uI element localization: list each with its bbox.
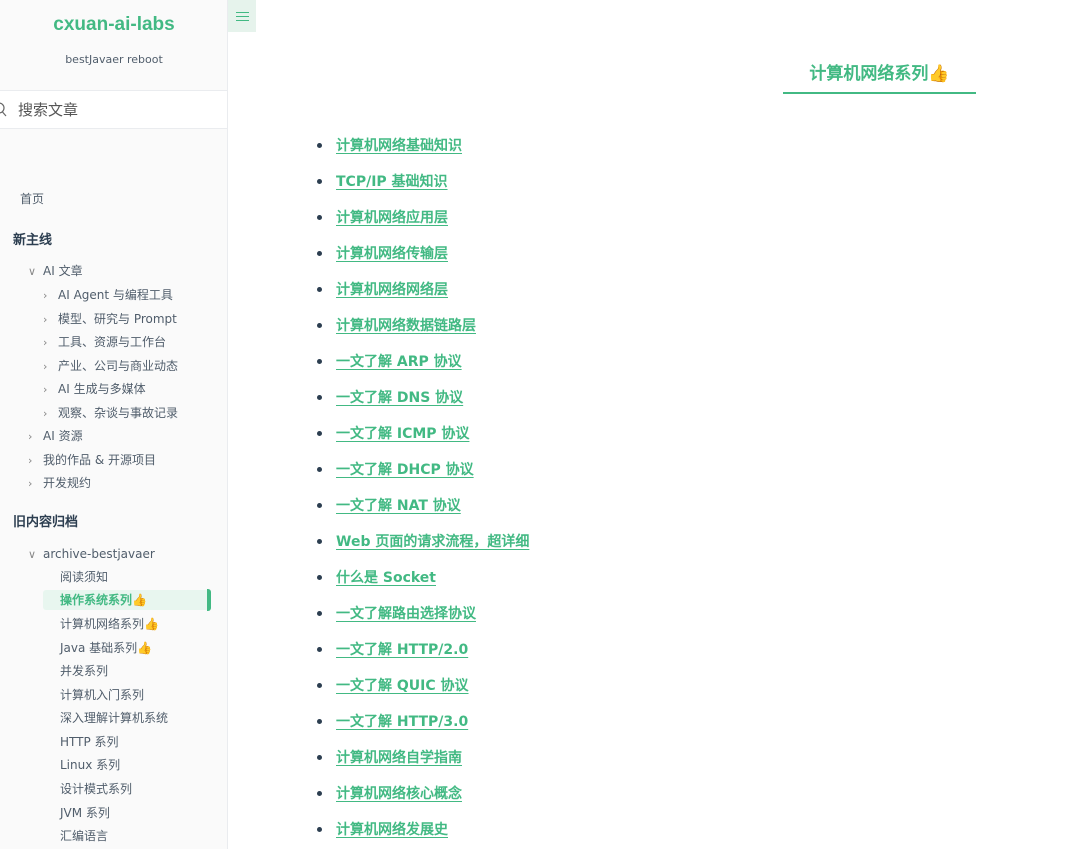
article-link[interactable]: Web 页面的请求流程，超详细 [336,531,529,551]
sidebar-item-java-series[interactable]: Java 基础系列👍 [60,640,152,656]
sidebar-item-dev-rules[interactable]: › 开发规约 [28,475,91,492]
page-title: 计算机网络系列👍 [809,64,950,84]
sidebar-item-linux-series[interactable]: Linux 系列 [60,757,120,773]
chevron-right-icon: › [43,407,48,420]
bullet-icon [317,647,322,652]
article-link[interactable]: 一文了解 DHCP 协议 [336,459,474,479]
search-input[interactable] [18,99,218,121]
sidebar-item-label: 产业、公司与商业动态 [58,359,179,373]
chevron-right-icon: › [43,289,48,302]
search-icon [0,102,7,117]
sidebar-item-home[interactable]: 首页 [20,191,44,207]
article-link[interactable]: 计算机网络基础知识 [336,135,462,155]
sidebar: cxuan-ai-labs bestJavaer reboot 首页 新主线 ∨… [0,0,228,849]
bullet-icon [317,215,322,220]
article-link[interactable]: TCP/IP 基础知识 [336,171,448,191]
page-title-container: 计算机网络系列👍 [783,60,976,94]
article-link[interactable]: 一文了解 ARP 协议 [336,351,462,371]
active-indicator [207,589,211,611]
sidebar-section-archive: 旧内容归档 [13,515,79,530]
sidebar-item-archive-bestjavaer[interactable]: ∨ archive-bestjavaer [28,546,155,563]
sidebar-item-my-works[interactable]: › 我的作品 & 开源项目 [28,452,156,469]
chevron-down-icon: ∨ [28,548,37,561]
chevron-right-icon: › [43,336,48,349]
bullet-icon [317,323,322,328]
sidebar-item-label: 我的作品 & 开源项目 [43,453,156,467]
chevron-right-icon: › [28,477,33,490]
sidebar-item-assembly[interactable]: 汇编语言 [60,828,108,844]
article-link[interactable]: 计算机网络网络层 [336,279,448,299]
sidebar-item-label: archive-bestjavaer [43,547,155,561]
chevron-right-icon: › [28,430,33,443]
article-link[interactable]: 一文了解 QUIC 协议 [336,675,469,695]
sidebar-item-label: 模型、研究与 Prompt [58,312,177,326]
sidebar-item-tools[interactable]: › 工具、资源与工作台 [43,334,166,351]
chevron-right-icon: › [43,313,48,326]
sidebar-item-label: 观察、杂谈与事故记录 [58,406,179,420]
bullet-icon [317,503,322,508]
sidebar-item-label: AI 文章 [43,264,83,278]
article-link[interactable]: 计算机网络数据链路层 [336,315,476,335]
bullet-icon [317,755,322,760]
bullet-icon [317,719,322,724]
article-link[interactable]: 计算机网络发展史 [336,819,448,839]
sidebar-item-jvm-series[interactable]: JVM 系列 [60,805,110,821]
chevron-right-icon: › [43,383,48,396]
chevron-right-icon: › [28,454,33,467]
site-brand[interactable]: cxuan-ai-labs [0,14,227,36]
article-link[interactable]: 什么是 Socket [336,567,436,587]
bullet-icon [317,467,322,472]
bullet-icon [317,611,322,616]
sidebar-item-ai-generation[interactable]: › AI 生成与多媒体 [43,381,146,398]
bullet-icon [317,683,322,688]
article-link[interactable]: 一文了解 NAT 协议 [336,495,461,515]
article-link[interactable]: 一文了解路由选择协议 [336,603,476,623]
bullet-icon [317,539,322,544]
sidebar-item-csapp[interactable]: 深入理解计算机系统 [60,710,168,726]
site-subtitle: bestJavaer reboot [65,53,163,66]
bullet-icon [317,143,322,148]
sidebar-item-models[interactable]: › 模型、研究与 Prompt [43,311,177,328]
sidebar-item-reading-notes[interactable]: 阅读须知 [60,569,108,585]
article-link[interactable]: 计算机网络自学指南 [336,747,462,767]
bullet-icon [317,179,322,184]
sidebar-item-label: 工具、资源与工作台 [58,335,167,349]
bullet-icon [317,287,322,292]
sidebar-item-network-series[interactable]: 计算机网络系列👍 [60,616,159,632]
article-link[interactable]: 计算机网络传输层 [336,243,448,263]
search-box [0,90,227,129]
sidebar-item-observations[interactable]: › 观察、杂谈与事故记录 [43,405,178,422]
article-link[interactable]: 一文了解 HTTP/3.0 [336,711,468,731]
chevron-right-icon: › [43,360,48,373]
sidebar-item-ai-resources[interactable]: › AI 资源 [28,428,83,445]
bullet-icon [317,827,322,832]
bullet-icon [317,575,322,580]
sidebar-item-design-patterns[interactable]: 设计模式系列 [60,781,132,797]
sidebar-item-industry[interactable]: › 产业、公司与商业动态 [43,358,178,375]
sidebar-item-label: 开发规约 [43,476,92,490]
article-link[interactable]: 一文了解 ICMP 协议 [336,423,469,443]
chevron-down-icon: ∨ [28,265,37,278]
article-link[interactable]: 计算机网络核心概念 [336,783,462,803]
bullet-icon [317,251,322,256]
bullet-icon [317,395,322,400]
sidebar-item-os-series[interactable]: 操作系统系列👍 [43,590,209,610]
bullet-icon [317,431,322,436]
article-link[interactable]: 一文了解 HTTP/2.0 [336,639,468,659]
article-link[interactable]: 计算机网络应用层 [336,207,448,227]
sidebar-item-label: AI 生成与多媒体 [58,382,146,396]
sidebar-item-concurrency-series[interactable]: 并发系列 [60,663,108,679]
sidebar-item-cs-intro-series[interactable]: 计算机入门系列 [60,687,144,703]
hamburger-menu-icon[interactable] [228,0,256,32]
sidebar-item-label: AI 资源 [43,429,83,443]
sidebar-section-main: 新主线 [13,233,53,248]
bullet-icon [317,791,322,796]
sidebar-item-ai-agent[interactable]: › AI Agent 与编程工具 [43,287,173,304]
bullet-icon [317,359,322,364]
sidebar-item-ai-articles[interactable]: ∨ AI 文章 [28,263,83,280]
article-link[interactable]: 一文了解 DNS 协议 [336,387,463,407]
sidebar-item-http-series[interactable]: HTTP 系列 [60,734,119,750]
sidebar-item-label: AI Agent 与编程工具 [58,288,173,302]
